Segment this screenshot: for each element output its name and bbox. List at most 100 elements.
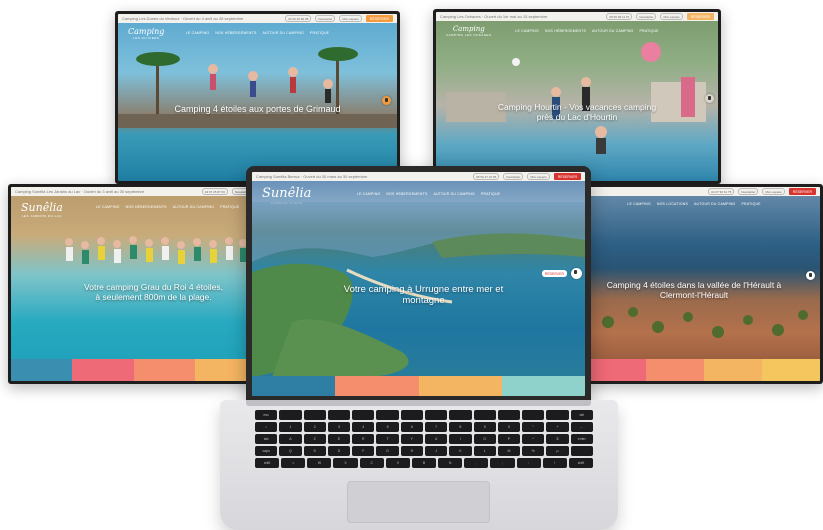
keyboard-key[interactable]: 6 [400,422,423,432]
keyboard-key[interactable]: H [400,446,423,456]
side-button[interactable] [806,271,815,280]
trackpad[interactable] [347,481,490,523]
newsletter-pill[interactable]: Newsletter [315,15,336,22]
nav-item[interactable]: PRATIQUE [741,202,760,206]
nav-item[interactable]: LE CAMPING [357,192,381,196]
phone-pill[interactable]: 04 67 96 61 75 [708,188,735,195]
keyboard-key[interactable]: esc [255,410,278,420]
keyboard-key[interactable]: G [376,446,399,456]
nav-item[interactable]: LE CAMPING [627,202,651,206]
keyboard-key[interactable] [400,410,423,420]
keyboard-key[interactable]: F [352,446,375,456]
keyboard-key[interactable] [522,410,545,420]
book-button[interactable]: RÉSERVER [553,173,581,180]
keyboard-key[interactable]: del [570,410,593,420]
keyboard-key[interactable]: ← [570,422,593,432]
keyboard-key[interactable]: ² [255,422,278,432]
keyboard-key[interactable]: ! [542,458,567,468]
reserve-badge[interactable]: RÉSERVER [541,270,567,277]
nav-item[interactable]: AUTOUR DU CAMPING [694,202,735,206]
keyboard-key[interactable]: 4 [352,422,375,432]
account-pill[interactable]: Mon espace [660,13,683,20]
keyboard-key[interactable]: 1 [279,422,302,432]
newsletter-pill[interactable]: Newsletter [738,188,759,195]
keyboard-key[interactable]: enter [570,434,593,444]
keyboard-key[interactable]: 2 [303,422,326,432]
keyboard-key[interactable]: shift [568,458,594,468]
keyboard-key[interactable]: O [473,434,496,444]
keyboard-key[interactable]: B [411,458,437,468]
nav-item[interactable]: PRATIQUE [481,192,500,196]
keyboard-key[interactable]: U [424,434,448,444]
phone-pill[interactable]: 05 59 47 22 95 [473,173,500,180]
keyboard-key[interactable]: ° [522,422,545,432]
keyboard-key[interactable]: I [449,434,472,444]
keyboard-key[interactable]: V [385,458,410,468]
keyboard-key[interactable]: W [307,458,332,468]
account-pill[interactable]: Mon espace [762,188,785,195]
keyboard-key[interactable]: C [359,458,384,468]
keyboard-key[interactable]: ^ [522,434,545,444]
keyboard-key[interactable]: 8 [449,422,472,432]
side-button[interactable] [571,268,582,279]
keyboard-key[interactable]: M [497,446,521,456]
keyboard-key[interactable]: 0 [497,422,521,432]
keyboard-key[interactable]: shift [255,458,280,468]
keyboard-key[interactable]: S [303,446,326,456]
nav-item[interactable]: LE CAMPING [96,205,120,209]
keyboard-key[interactable] [449,410,472,420]
phone-pill[interactable]: 04 90 46 82 08 [285,15,312,22]
keyboard-key[interactable]: 5 [376,422,399,432]
keyboard-key[interactable] [473,410,496,420]
nav-item[interactable]: PRATIQUE [220,205,239,209]
keyboard-key[interactable]: 3 [327,422,351,432]
keyboard-key[interactable]: Y [400,434,423,444]
keyboard-key[interactable]: Q [279,446,302,456]
keyboard-key[interactable] [570,446,593,456]
keyboard-key[interactable]: ; [490,458,515,468]
keyboard-key[interactable]: A [279,434,302,444]
keyboard-key[interactable] [546,410,569,420]
keyboard-key[interactable] [327,410,351,420]
keyboard-key[interactable]: tab [255,434,278,444]
keyboard-key[interactable] [352,410,375,420]
keyboard-key[interactable]: X [333,458,358,468]
account-pill[interactable]: Mon espace [527,173,550,180]
keyboard-key[interactable]: $ [546,434,569,444]
book-button[interactable]: RÉSERVER [686,13,714,20]
keyboard-key[interactable]: P [497,434,521,444]
book-button[interactable]: RÉSERVER [365,15,393,22]
keyboard-key[interactable]: + [546,422,569,432]
keyboard-key[interactable]: Z [303,434,326,444]
keyboard-key[interactable]: < [281,458,306,468]
nav-item[interactable]: AUTOUR DU CAMPING [173,205,214,209]
keyboard-key[interactable]: K [449,446,472,456]
keyboard-key[interactable]: caps [255,446,278,456]
keyboard-key[interactable] [279,410,302,420]
nav-item[interactable]: AUTOUR DU CAMPING [434,192,475,196]
keyboard-key[interactable]: , [464,458,489,468]
keyboard-key[interactable]: N [438,458,463,468]
keyboard-key[interactable]: R [352,434,375,444]
keyboard-key[interactable]: L [473,446,496,456]
keyboard-key[interactable] [376,410,399,420]
nav-item[interactable]: NOS HÉBERGEMENTS [126,205,167,209]
keyboard-key[interactable]: T [376,434,399,444]
nav-item[interactable]: NOS LOCATIONS [657,202,688,206]
side-button[interactable] [705,94,714,103]
newsletter-pill[interactable]: Newsletter [636,13,657,20]
phone-pill[interactable]: 05 56 09 11 07 [606,13,633,20]
keyboard-key[interactable]: µ [546,446,569,456]
keyboard-key[interactable]: J [424,446,448,456]
phone-pill[interactable]: 04 67 25 87 00 [201,188,228,195]
keyboard-key[interactable]: 7 [424,422,448,432]
keyboard-key[interactable] [497,410,521,420]
account-pill[interactable]: Mon espace [339,15,362,22]
keyboard-key[interactable]: D [327,446,351,456]
keyboard-key[interactable]: : [516,458,541,468]
keyboard-key[interactable]: 9 [473,422,496,432]
keyboard-key[interactable]: % [522,446,545,456]
keyboard-key[interactable] [424,410,448,420]
keyboard-key[interactable]: E [327,434,351,444]
side-button[interactable] [382,96,391,105]
